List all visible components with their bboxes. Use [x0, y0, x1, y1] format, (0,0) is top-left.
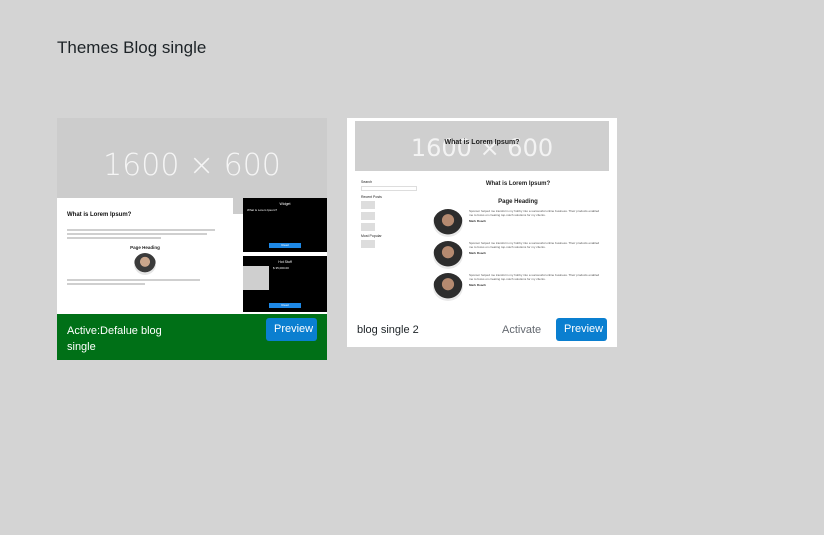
person-photo-icon [433, 273, 463, 301]
mini-post-row [361, 223, 417, 231]
mini-heading: What is Lorem Ipsum? [485, 181, 551, 187]
mini-subheading: Page Heading [498, 199, 538, 205]
theme-screenshot[interactable]: 1600 × 600 What is Lorem Ipsum? Search R… [355, 121, 609, 315]
mini-footer-text [67, 291, 223, 295]
page-title: Themes Blog single [57, 38, 207, 57]
theme-card-active[interactable]: 1600 × 600 What is Lorem Ipsum? Page Hea… [57, 118, 327, 360]
theme-card[interactable]: 1600 × 600 What is Lorem Ipsum? Search R… [347, 118, 617, 347]
mini-sidebar-title: Most Popular [361, 234, 382, 238]
theme-card-footer: blog single 2 Activate Preview [347, 314, 617, 347]
mini-widget: Hot Stuff $ 35,000.00 Read [243, 256, 327, 312]
mini-testimonial-name: Mark Roach [469, 251, 487, 255]
mini-widget-text: What is Lorem Ipsum? [247, 208, 278, 212]
mini-meta [67, 221, 223, 225]
mini-testimonial-name: Mark Roach [469, 283, 487, 287]
mini-post-thumb [361, 201, 375, 209]
preview-button[interactable]: Preview [556, 318, 607, 341]
mini-post-link [378, 223, 379, 231]
mini-meta [433, 189, 603, 193]
theme-card-footer: Active:Defalue blog single Preview [57, 314, 327, 360]
banner-title: What is Lorem Ipsum? [444, 139, 520, 146]
mini-heading: What is Lorem Ipsum? [67, 212, 132, 218]
mini-testimonial: Sponsor helped me transform my hobby int… [433, 273, 603, 301]
mini-post-link [378, 201, 379, 209]
mini-testimonial: Sponsor helped me transform my hobby int… [433, 241, 603, 269]
mini-widget-text: $ 35,000.00 [273, 266, 289, 270]
mini-widget-image [243, 266, 269, 290]
mini-testimonial-text: Sponsor helped me transform my hobby int… [469, 273, 600, 281]
mini-text-line [67, 233, 208, 235]
active-theme-name: Active:Defalue blog single [67, 325, 162, 353]
mini-testimonial-name: Mark Roach [469, 219, 487, 223]
mini-testimonial-text: Sponsor helped me transform my hobby int… [469, 209, 600, 217]
mini-post-row [361, 240, 417, 248]
mini-subheading: Page Heading [130, 245, 160, 250]
mini-text-line [67, 283, 145, 285]
mini-post-link [378, 212, 379, 220]
mini-sidebar-title: Recent Posts [361, 195, 382, 199]
person-photo-icon [134, 253, 156, 275]
mini-sidebar: Search Recent Posts Most Popular [361, 177, 417, 251]
preview-button[interactable]: Preview [266, 318, 317, 341]
mini-post-thumb [361, 212, 375, 220]
mini-breadcrumb [67, 204, 223, 208]
mini-post-row [361, 212, 417, 220]
mini-post-thumb [361, 223, 375, 231]
mini-testimonial: Sponsor helped me transform my hobby int… [433, 209, 603, 237]
mini-search-input [361, 186, 417, 191]
person-photo-icon [433, 209, 463, 237]
mini-widget-button: Read [269, 243, 301, 248]
theme-screenshot[interactable]: 1600 × 600 What is Lorem Ipsum? Page Hea… [57, 118, 327, 314]
mini-text-line [67, 229, 216, 231]
mini-widget: Widget What is Lorem Ipsum? Read [243, 198, 327, 252]
mini-main-content: What is Lorem Ipsum? Page Heading Sponso… [433, 181, 603, 305]
mini-testimonial-text: Sponsor helped me transform my hobby int… [469, 241, 600, 249]
activate-button[interactable]: Activate [502, 320, 541, 340]
theme-name: blog single 2 [357, 324, 419, 336]
placeholder-banner: 1600 × 600 [355, 121, 609, 171]
mini-sidebar-title: Search [361, 180, 373, 184]
mini-text-line [67, 279, 200, 281]
mini-widget-title: Hot Stuff [278, 260, 292, 264]
mini-page-content: What is Lorem Ipsum? Page Heading [57, 198, 233, 314]
mini-post-row [361, 201, 417, 209]
person-photo-icon [433, 241, 463, 269]
mini-widget-title: Widget [279, 202, 291, 206]
mini-widget-button: Read [269, 303, 301, 308]
mini-text-line [67, 237, 161, 239]
banner-subtitle [355, 149, 609, 153]
mini-post-thumb [361, 240, 375, 248]
